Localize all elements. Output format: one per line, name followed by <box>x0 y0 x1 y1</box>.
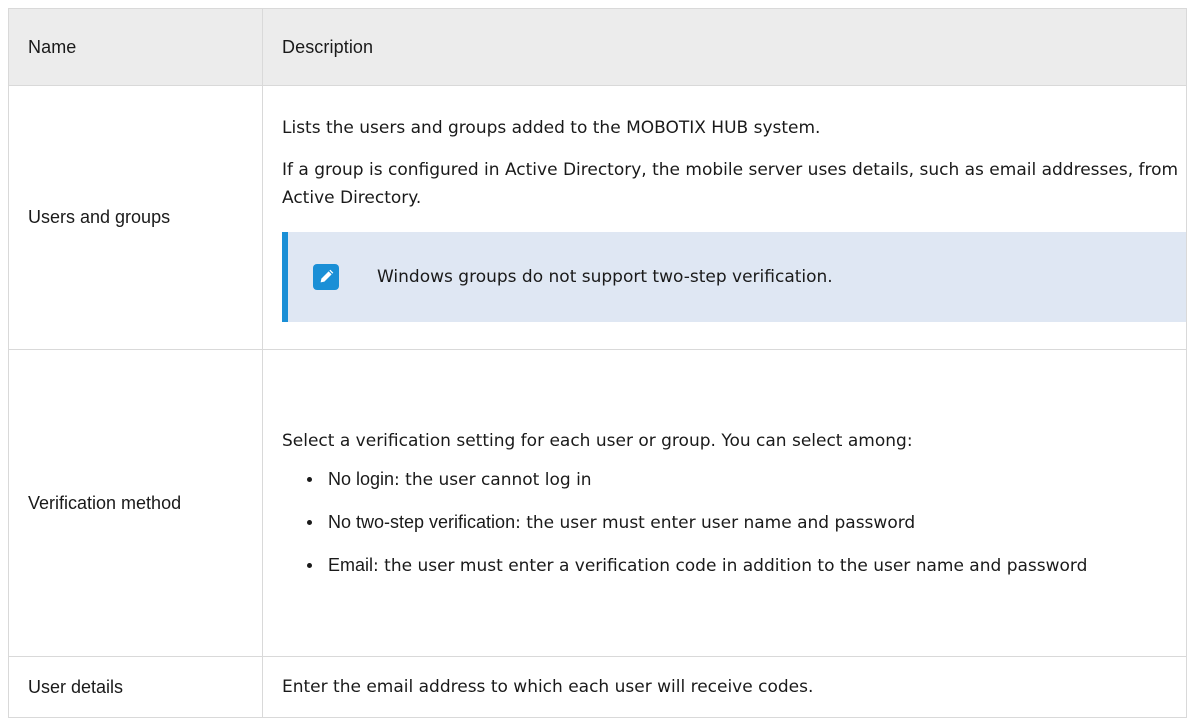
pencil-icon <box>313 263 339 290</box>
list-item: No two-step verification: the user must … <box>324 508 1180 537</box>
note-text: Windows groups do not support two-step v… <box>377 266 833 287</box>
option-detail: : the user cannot log in <box>394 469 592 490</box>
table-header-row: Name Description <box>8 8 1187 86</box>
list-item: No login: the user cannot log in <box>324 465 1180 494</box>
setting-description: Enter the email address to which each us… <box>262 656 1187 718</box>
description-paragraph: If a group is configured in Active Direc… <box>282 159 1179 208</box>
description-paragraph: Lists the users and groups added to the … <box>282 117 821 138</box>
option-detail: : the user must enter a verification cod… <box>373 555 1088 576</box>
setting-name: Users and groups <box>8 85 263 350</box>
setting-name: User details <box>8 656 263 718</box>
setting-description: Lists the users and groups added to the … <box>262 85 1187 350</box>
note-callout: Windows groups do not support two-step v… <box>282 231 1186 322</box>
description-paragraph: Select a verification setting for each u… <box>282 430 913 451</box>
setting-description: Select a verification setting for each u… <box>262 349 1187 657</box>
table-row: Users and groups Lists the users and gro… <box>8 85 1187 350</box>
option-detail: : the user must enter user name and pass… <box>515 512 916 533</box>
setting-name: Verification method <box>8 349 263 657</box>
table-row: Verification method Select a verificatio… <box>8 349 1187 657</box>
option-term: Email <box>328 554 374 575</box>
settings-table: Name Description Users and groups Lists … <box>8 8 1187 718</box>
option-term: No two-step verification <box>328 511 516 532</box>
table-row: User details Enter the email address to … <box>8 656 1187 718</box>
column-header-description: Description <box>262 8 1187 86</box>
option-term: No login <box>328 468 395 489</box>
column-header-name: Name <box>8 8 263 86</box>
verification-options-list: No login: the user cannot log in No two-… <box>282 465 1180 580</box>
list-item: Email: the user must enter a verificatio… <box>324 551 1180 580</box>
